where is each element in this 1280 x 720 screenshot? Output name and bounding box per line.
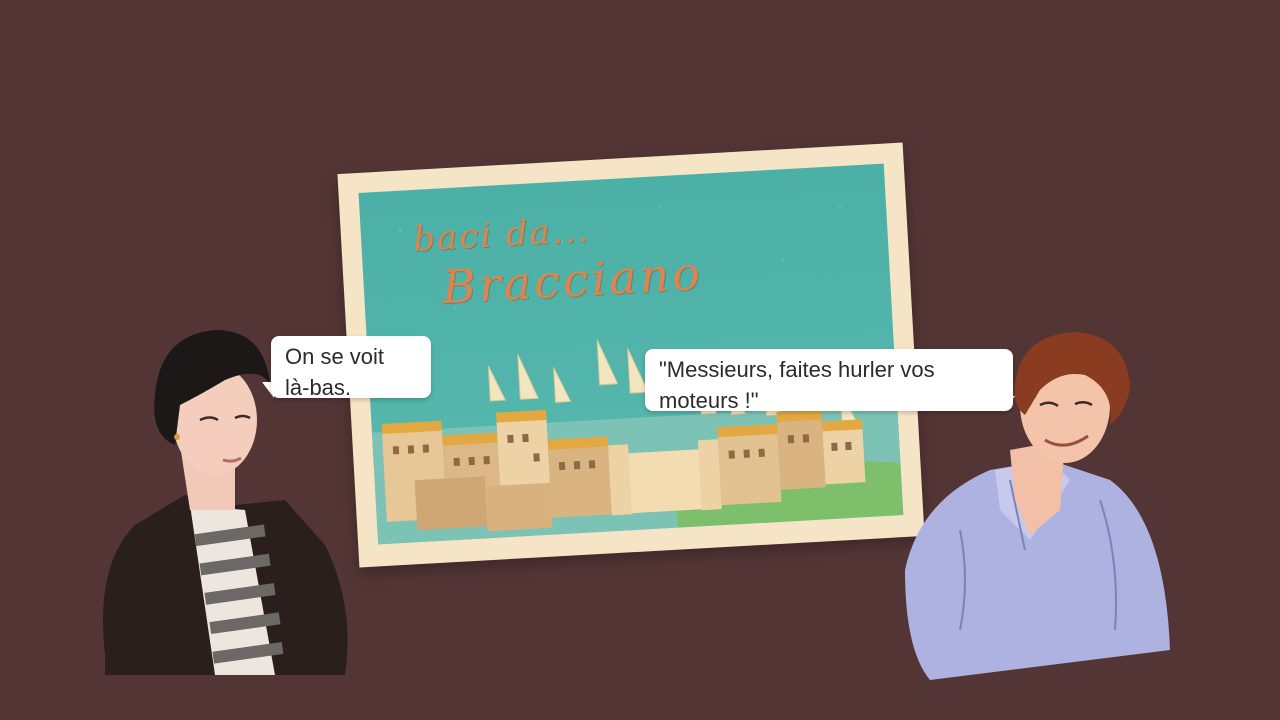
left-speech-bubble: On se voit là-bas. [271, 336, 431, 400]
right-dialogue-line-1: "Messieurs, faites hurler vos [659, 357, 935, 382]
left-dialogue-line-2: là-bas. [285, 375, 352, 400]
game-scene: baci da... Bracciano On se voit là-bas. … [0, 0, 1280, 720]
right-speech-bubble: "Messieurs, faites hurler vos moteurs !" [645, 349, 1013, 413]
right-dialogue-line-2: moteurs !" [659, 388, 759, 413]
left-dialogue-line-1: On se voit [285, 344, 385, 369]
